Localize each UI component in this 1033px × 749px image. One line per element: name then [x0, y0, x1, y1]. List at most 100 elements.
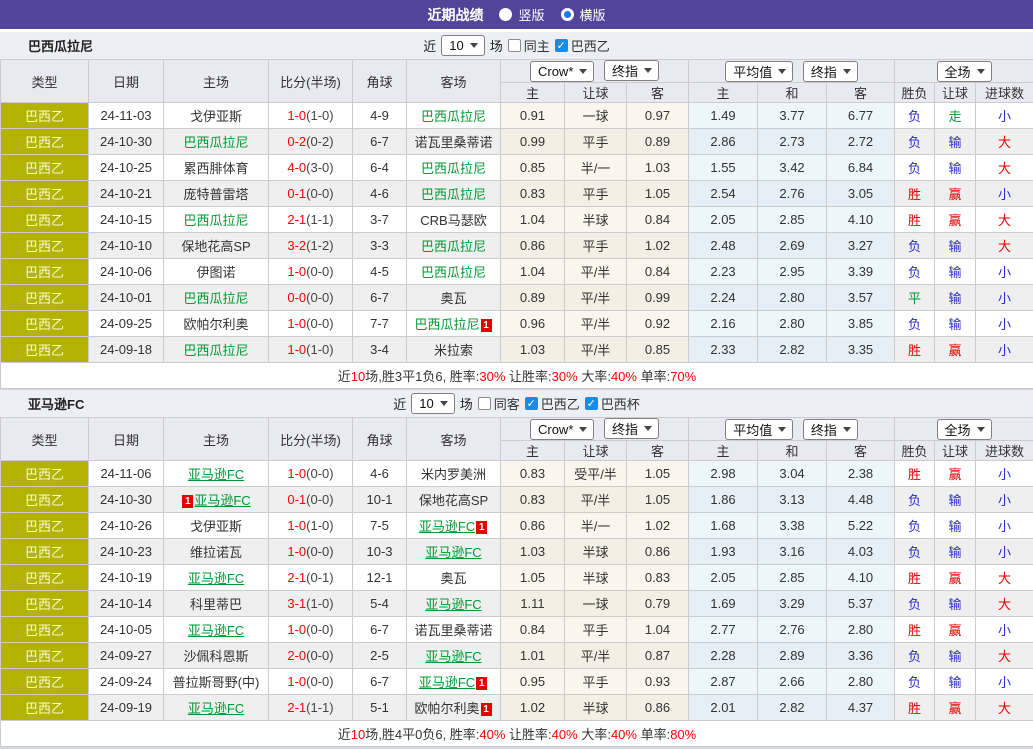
team-link[interactable]: 巴西瓜拉尼 [183, 135, 248, 150]
checkbox-unchecked-icon[interactable] [508, 39, 521, 52]
summary-text: 10 [351, 369, 365, 384]
team-name: 巴西瓜拉尼 [28, 36, 93, 55]
radio-vertical-icon[interactable] [499, 8, 512, 21]
bookmaker-select[interactable]: Crow* [530, 419, 594, 440]
result-cell: 输 [935, 311, 976, 337]
team-link[interactable]: 巴西瓜拉尼 [421, 161, 486, 176]
league-cell: 巴西乙 [1, 155, 89, 181]
team-link[interactable]: 亚马逊FC [188, 467, 244, 482]
col-avg-draw: 和 [758, 441, 827, 461]
result-cell: 大 [976, 155, 1033, 181]
average-select[interactable]: 平均值 [725, 61, 793, 82]
home-team-cell: 巴西瓜拉尼 [164, 285, 269, 311]
col-type: 类型 [1, 60, 89, 103]
result-cell: 输 [935, 539, 976, 565]
result-cell: 大 [976, 695, 1033, 721]
team-link[interactable]: 亚马逊FC [425, 597, 481, 612]
league-cell: 巴西乙 [1, 129, 89, 155]
filter-option[interactable]: ✓巴西杯 [585, 394, 640, 413]
table-row: 巴西乙24-10-14科里蒂巴3-1(1-0)5-4亚马逊FC1.11一球0.7… [1, 591, 1033, 617]
result-cell: 输 [935, 643, 976, 669]
league-cell: 巴西乙 [1, 461, 89, 487]
team-link[interactable]: 亚马逊FC [188, 571, 244, 586]
handicap-odds-cell: 0.99 [501, 129, 565, 155]
handicap-odds-cell: 1.05 [627, 181, 689, 207]
handicap-odds-cell: 0.97 [627, 103, 689, 129]
average-odds-cell: 3.77 [758, 103, 827, 129]
summary-text: 30% [552, 369, 578, 384]
average-odds-cell: 6.84 [827, 155, 895, 181]
team-link[interactable]: 亚马逊FC [419, 675, 475, 690]
radio-horizontal-icon[interactable] [561, 8, 574, 21]
halftime-score: (1-0) [306, 342, 333, 357]
scope-select[interactable]: 全场 [937, 419, 992, 440]
table-row: 巴西乙24-09-18巴西瓜拉尼1-0(1-0)3-4米拉索1.03平/半0.8… [1, 337, 1033, 363]
table-row: 巴西乙24-10-25累西腓体育4-0(3-0)6-4巴西瓜拉尼0.85半/一1… [1, 155, 1033, 181]
score-cell: 0-1(0-0) [269, 487, 353, 513]
team-label: 庞特普雷塔 [183, 187, 248, 202]
fulltime-score: 0-0 [287, 290, 306, 305]
result-cell: 输 [935, 233, 976, 259]
result-cell: 小 [976, 311, 1033, 337]
odds-time-select-value: 终指 [612, 61, 638, 80]
layout-option-vertical[interactable]: 竖版 [499, 5, 544, 24]
checkbox-checked-icon[interactable]: ✓ [585, 397, 598, 410]
handicap-odds-cell: 平手 [565, 233, 627, 259]
team-link[interactable]: 亚马逊FC [425, 649, 481, 664]
filter-option[interactable]: ✓巴西乙 [555, 36, 610, 55]
away-team-cell: 巴西瓜拉尼1 [407, 311, 501, 337]
summary-text: 单率: [637, 369, 670, 384]
team-link[interactable]: 亚马逊FC [188, 623, 244, 638]
result-cell: 负 [895, 155, 935, 181]
col-handicap-line: 让球 [565, 441, 627, 461]
odds-time-select-2[interactable]: 终指 [803, 419, 858, 440]
filter-option[interactable]: ✓巴西乙 [525, 394, 580, 413]
corner-cell: 6-7 [353, 285, 407, 311]
home-team-cell: 戈伊亚斯 [164, 103, 269, 129]
team-link[interactable]: 亚马逊FC [194, 493, 250, 508]
fulltime-score: 0-2 [287, 134, 306, 149]
team-link[interactable]: 巴西瓜拉尼 [183, 291, 248, 306]
table-row: 巴西乙24-09-27沙佩科恩斯2-0(0-0)2-5亚马逊FC1.01平/半0… [1, 643, 1033, 669]
recent-count-select[interactable]: 10 [411, 393, 454, 414]
result-cell: 小 [976, 487, 1033, 513]
scope-select[interactable]: 全场 [937, 61, 992, 82]
checkbox-checked-icon[interactable]: ✓ [555, 39, 568, 52]
filter-option[interactable]: 同主 [508, 36, 550, 55]
table-row: 巴西乙24-09-19亚马逊FC2-1(1-1)5-1欧帕尔利奥11.02半球0… [1, 695, 1033, 721]
odds-time-select-2[interactable]: 终指 [803, 61, 858, 82]
team-link[interactable]: 巴西瓜拉尼 [414, 317, 479, 332]
chevron-down-icon [440, 401, 448, 406]
team-link[interactable]: 巴西瓜拉尼 [183, 213, 248, 228]
red-card-badge: 1 [182, 495, 193, 508]
layout-option-horizontal[interactable]: 横版 [561, 5, 606, 24]
recent-count-select[interactable]: 10 [441, 35, 484, 56]
team-link[interactable]: 亚马逊FC [188, 701, 244, 716]
table-row: 巴西乙24-10-30巴西瓜拉尼0-2(0-2)6-7诺瓦里桑蒂诺0.99平手0… [1, 129, 1033, 155]
handicap-odds-cell: 1.11 [501, 591, 565, 617]
team-link[interactable]: 巴西瓜拉尼 [421, 109, 486, 124]
result-cell: 负 [895, 513, 935, 539]
league-cell: 巴西乙 [1, 695, 89, 721]
checkbox-checked-icon[interactable]: ✓ [525, 397, 538, 410]
checkbox-unchecked-icon[interactable] [478, 397, 491, 410]
average-odds-cell: 3.29 [758, 591, 827, 617]
bookmaker-select[interactable]: Crow* [530, 61, 594, 82]
team-link[interactable]: 亚马逊FC [419, 519, 475, 534]
team-link[interactable]: 巴西瓜拉尼 [421, 239, 486, 254]
team-link[interactable]: 巴西瓜拉尼 [421, 265, 486, 280]
result-cell: 赢 [935, 565, 976, 591]
team-link[interactable]: 巴西瓜拉尼 [183, 343, 248, 358]
odds-time-select[interactable]: 终指 [604, 418, 659, 439]
score-cell: 4-0(3-0) [269, 155, 353, 181]
team-link[interactable]: 巴西瓜拉尼 [421, 187, 486, 202]
result-cell: 胜 [895, 207, 935, 233]
average-odds-cell: 2.82 [758, 695, 827, 721]
filter-option[interactable]: 同客 [478, 394, 520, 413]
chevron-down-icon [644, 426, 652, 431]
odds-time-select[interactable]: 终指 [604, 60, 659, 81]
result-cell: 输 [935, 155, 976, 181]
away-team-cell: 亚马逊FC1 [407, 669, 501, 695]
average-select[interactable]: 平均值 [725, 419, 793, 440]
team-link[interactable]: 亚马逊FC [425, 545, 481, 560]
